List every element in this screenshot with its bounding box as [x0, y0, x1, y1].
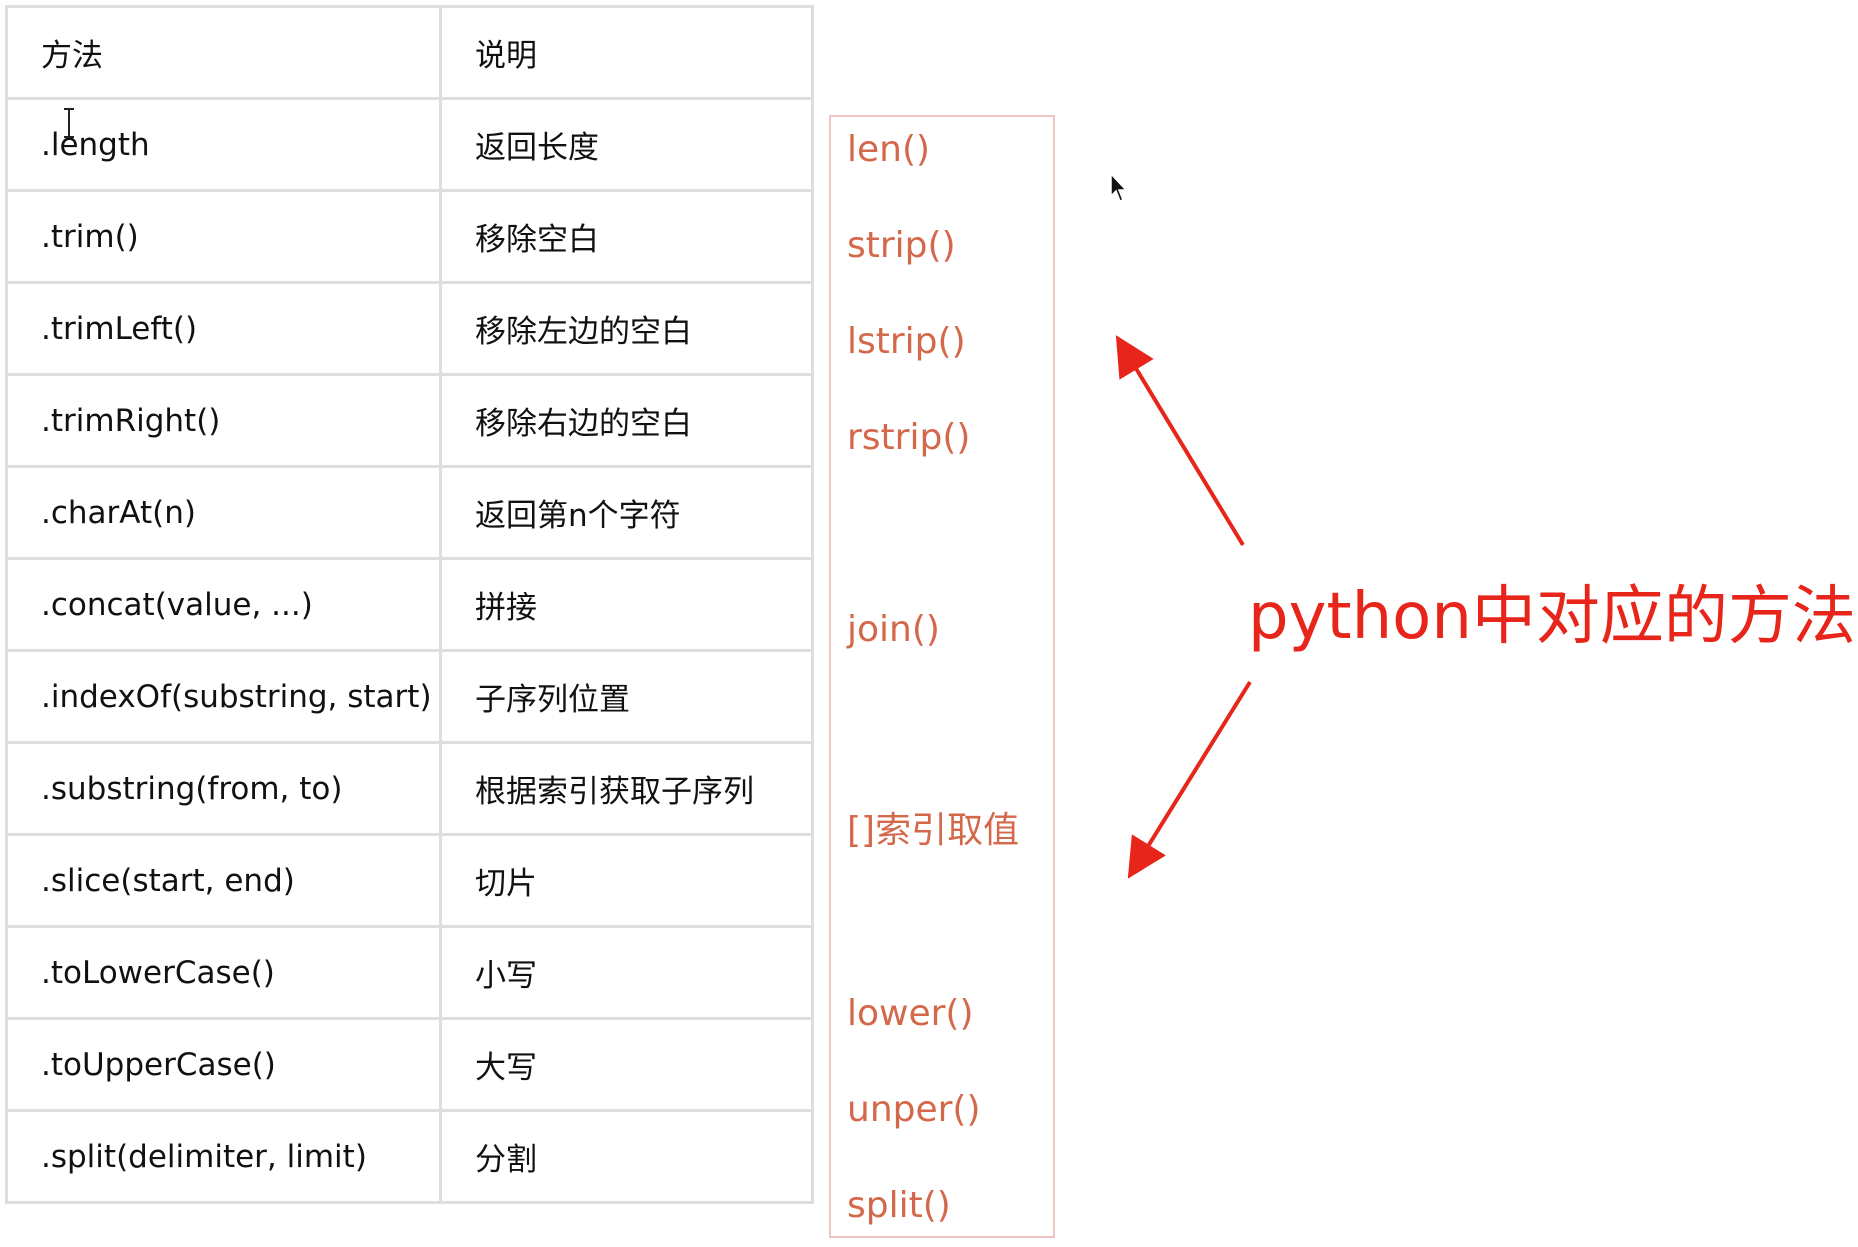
table-row: .indexOf(substring, start) 子序列位置 [5, 649, 814, 744]
description-cell: 移除空白 [439, 189, 814, 284]
table-row: .substring(from, to) 根据索引获取子序列 [5, 741, 814, 836]
description-cell: 小写 [439, 925, 814, 1020]
python-methods-panel: len() strip() lstrip() rstrip() join() [… [829, 115, 1055, 1238]
method-cell: .slice(start, end) [5, 833, 442, 928]
header-method: 方法 [5, 5, 442, 100]
method-cell: .charAt(n) [5, 465, 442, 560]
method-cell: .concat(value, ...) [5, 557, 442, 652]
table-row: .length 返回长度 [5, 97, 814, 192]
method-table: 方法 说明 .length 返回长度 .trim() 移除空白 .trimLef… [5, 5, 814, 1204]
table-row: .concat(value, ...) 拼接 [5, 557, 814, 652]
python-method-rstrip: rstrip() [847, 417, 971, 458]
method-cell: .substring(from, to) [5, 741, 442, 836]
python-method-lower: lower() [847, 993, 974, 1034]
mouse-pointer-icon [1110, 173, 1128, 202]
method-cell: .toUpperCase() [5, 1017, 442, 1112]
method-cell: .toLowerCase() [5, 925, 442, 1020]
description-cell: 移除左边的空白 [439, 281, 814, 376]
table-row: .trimLeft() 移除左边的空白 [5, 281, 814, 376]
text-cursor-icon [64, 108, 74, 138]
table-row: .trimRight() 移除右边的空白 [5, 373, 814, 468]
header-description: 说明 [439, 5, 814, 100]
method-cell: .trimLeft() [5, 281, 442, 376]
python-method-lstrip: lstrip() [847, 321, 966, 362]
python-method-join: join() [847, 609, 940, 650]
python-method-split: split() [847, 1185, 951, 1226]
arrow-down [1127, 680, 1252, 879]
description-cell: 子序列位置 [439, 649, 814, 744]
description-cell: 返回第n个字符 [439, 465, 814, 560]
method-cell: .trim() [5, 189, 442, 284]
python-index-access: []索引取值 [847, 810, 1020, 851]
method-cell: .split(delimiter, limit) [5, 1109, 442, 1204]
description-cell: 分割 [439, 1109, 814, 1204]
table-header-row: 方法 说明 [5, 5, 814, 100]
description-cell: 返回长度 [439, 97, 814, 192]
table-row: .split(delimiter, limit) 分割 [5, 1109, 814, 1204]
table-row: .toUpperCase() 大写 [5, 1017, 814, 1112]
annotation-label: python中对应的方法 [1248, 580, 1856, 654]
description-cell: 根据索引获取子序列 [439, 741, 814, 836]
description-cell: 移除右边的空白 [439, 373, 814, 468]
python-method-len: len() [847, 129, 931, 170]
description-cell: 大写 [439, 1017, 814, 1112]
table-row: .slice(start, end) 切片 [5, 833, 814, 928]
arrow-up [1115, 335, 1245, 547]
description-cell: 拼接 [439, 557, 814, 652]
table-row: .charAt(n) 返回第n个字符 [5, 465, 814, 560]
python-method-strip: strip() [847, 225, 956, 266]
description-cell: 切片 [439, 833, 814, 928]
table-row: .trim() 移除空白 [5, 189, 814, 284]
python-method-upper: unper() [847, 1089, 981, 1130]
method-cell: .indexOf(substring, start) [5, 649, 442, 744]
method-cell: .trimRight() [5, 373, 442, 468]
table-row: .toLowerCase() 小写 [5, 925, 814, 1020]
